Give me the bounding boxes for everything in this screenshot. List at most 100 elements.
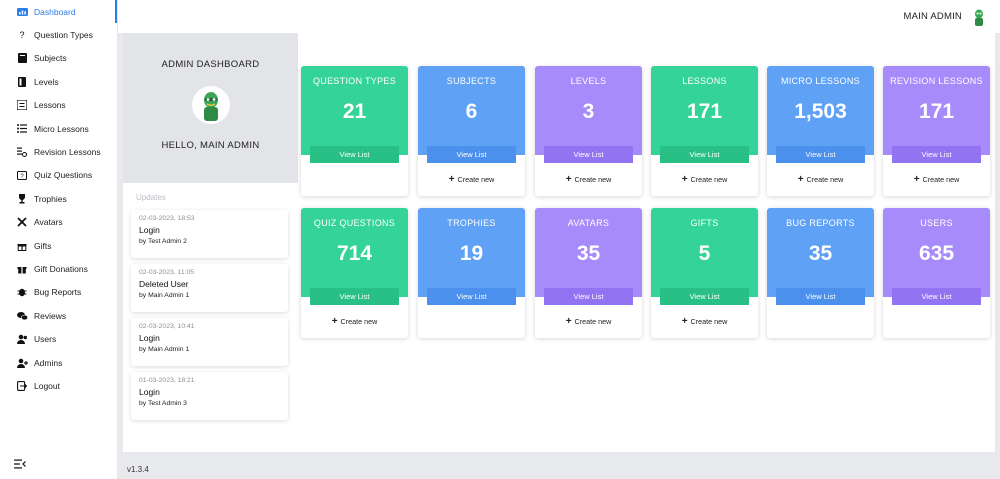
view-list-button[interactable]: View List [660, 146, 749, 163]
sidebar-item-question-types[interactable]: ? Question Types [0, 23, 117, 46]
sidebar-item-micro-lessons[interactable]: Micro Lessons [0, 117, 117, 140]
sidebar-item-label: Revision Lessons [34, 147, 101, 158]
stat-value: 171 [918, 100, 955, 123]
view-list-button[interactable]: View List [776, 146, 865, 163]
collapse-sidebar-icon[interactable] [14, 459, 26, 469]
book-icon [16, 52, 28, 64]
sidebar-item-quiz-questions[interactable]: ? Quiz Questions [0, 164, 117, 187]
profile-panel: ADMIN DASHBOARD HELLO, MAIN ADMIN [123, 33, 298, 183]
update-author: by Test Admin 3 [139, 400, 187, 407]
create-new-label: Create new [806, 175, 844, 184]
create-new-label: Create new [340, 317, 378, 326]
lessons-icon [16, 99, 28, 111]
sidebar-item-label: Subjects [34, 53, 67, 64]
stat-label: LEVELS [570, 76, 607, 86]
stat-value: 635 [918, 242, 955, 265]
sidebar-item-logout[interactable]: Logout [0, 374, 117, 397]
sidebar-item-label: Gifts [34, 240, 52, 251]
view-list-button[interactable]: View List [427, 146, 516, 163]
create-new-label: Create new [922, 175, 960, 184]
view-list-button[interactable]: View List [892, 146, 981, 163]
view-list-button[interactable]: View List [310, 288, 399, 305]
stat-label: GIFTS [690, 218, 719, 228]
level-icon [16, 76, 28, 88]
update-card: 02-03-2023, 10:41 Login by Main Admin 1 [131, 318, 288, 366]
stat-card-trophies: TROPHIES 19 View List [418, 208, 525, 338]
update-date: 01-03-2023, 18:21 [139, 377, 195, 384]
sidebar-item-subjects[interactable]: Subjects [0, 47, 117, 70]
dashboard-content: ADMIN DASHBOARD HELLO, MAIN ADMIN Update… [123, 33, 995, 452]
sidebar-item-dashboard[interactable]: Dashboard [0, 0, 117, 24]
sidebar-item-label: Trophies [34, 193, 67, 204]
plus-icon: + [565, 316, 572, 327]
stat-label: LESSONS [682, 76, 727, 86]
create-new-label: Create new [574, 317, 612, 326]
main-area: ADMIN DASHBOARD HELLO, MAIN ADMIN Update… [118, 33, 1000, 459]
stat-value: 171 [686, 100, 723, 123]
sidebar-item-gifts[interactable]: Gifts [0, 234, 117, 257]
sidebar-item-label: Avatars [34, 217, 63, 228]
plus-icon: + [565, 174, 572, 185]
view-list-button[interactable]: View List [776, 288, 865, 305]
update-author: by Main Admin 1 [139, 346, 190, 353]
stat-label: TROPHIES [447, 218, 496, 228]
plus-icon: + [681, 316, 688, 327]
sidebar-item-trophies[interactable]: Trophies [0, 187, 117, 210]
sidebar-item-admins[interactable]: Admins [0, 351, 117, 374]
sidebar-item-gift-donations[interactable]: Gift Donations [0, 257, 117, 280]
view-list-button[interactable]: View List [544, 146, 633, 163]
sidebar-item-levels[interactable]: Levels [0, 70, 117, 93]
create-new-label: Create new [457, 175, 495, 184]
sidebar-item-label: Levels [34, 76, 59, 87]
update-action: Deleted User [139, 279, 189, 289]
sidebar-item-revision-lessons[interactable]: Revision Lessons [0, 140, 117, 163]
view-list-button[interactable]: View List [660, 288, 749, 305]
sidebar-item-label: Admins [34, 357, 63, 368]
sidebar-item-label: Dashboard [34, 6, 76, 17]
update-action: Login [139, 333, 160, 343]
sidebar-item-avatars[interactable]: Avatars [0, 211, 117, 234]
stat-label: MICRO LESSONS [781, 76, 860, 86]
stat-value: 21 [342, 100, 367, 123]
stat-value: 5 [698, 242, 711, 265]
header-avatar[interactable] [970, 7, 988, 26]
sidebar-item-label: Logout [34, 380, 60, 391]
sidebar-item-label: Quiz Questions [34, 170, 93, 181]
sidebar-item-label: Gift Donations [34, 263, 88, 274]
update-date: 02-03-2023, 18:53 [139, 215, 195, 222]
view-list-button[interactable]: View List [310, 146, 399, 163]
gift-icon [16, 240, 28, 252]
update-author: by Test Admin 2 [139, 238, 187, 245]
view-list-button[interactable]: View List [892, 288, 981, 305]
create-new-label: Create new [690, 317, 728, 326]
stat-card-question-types: QUESTION TYPES 21 View List [301, 66, 408, 196]
footer: v1.3.4 [118, 459, 1000, 479]
view-list-button[interactable]: View List [427, 288, 516, 305]
plus-icon: + [448, 174, 455, 185]
view-list-button[interactable]: View List [544, 288, 633, 305]
stat-value: 1,503 [794, 100, 847, 123]
sidebar: Dashboard ? Question Types Subjects Leve… [0, 0, 118, 479]
sidebar-item-lessons[interactable]: Lessons [0, 94, 117, 117]
users-icon [16, 333, 28, 345]
stat-card-revision-lessons: REVISION LESSONS 171 View List + Create new [883, 66, 990, 196]
list-icon [16, 123, 28, 135]
stat-card-avatars: AVATARS 35 View List + Create new [535, 208, 642, 338]
stat-card-lessons: LESSONS 171 View List + Create new [651, 66, 758, 196]
stat-label: USERS [920, 218, 953, 228]
sidebar-item-reviews[interactable]: Reviews [0, 304, 117, 327]
sidebar-item-label: Bug Reports [34, 287, 82, 298]
admins-icon [16, 357, 28, 369]
create-new-label: Create new [574, 175, 612, 184]
avatar-icon [16, 216, 28, 228]
stat-value: 3 [582, 100, 595, 123]
sidebar-item-users[interactable]: Users [0, 327, 117, 350]
header-user-name[interactable]: MAIN ADMIN [904, 11, 962, 22]
stat-card-quiz-questions: QUIZ QUESTIONS 714 View List + Create new [301, 208, 408, 338]
trophy-icon [16, 193, 28, 205]
stat-value: 6 [465, 100, 478, 123]
revision-icon [16, 146, 28, 158]
stat-card-subjects: SUBJECTS 6 View List + Create new [418, 66, 525, 196]
sidebar-item-bug-reports[interactable]: Bug Reports [0, 281, 117, 304]
update-card: 02-03-2023, 18:53 Login by Test Admin 2 [131, 210, 288, 258]
